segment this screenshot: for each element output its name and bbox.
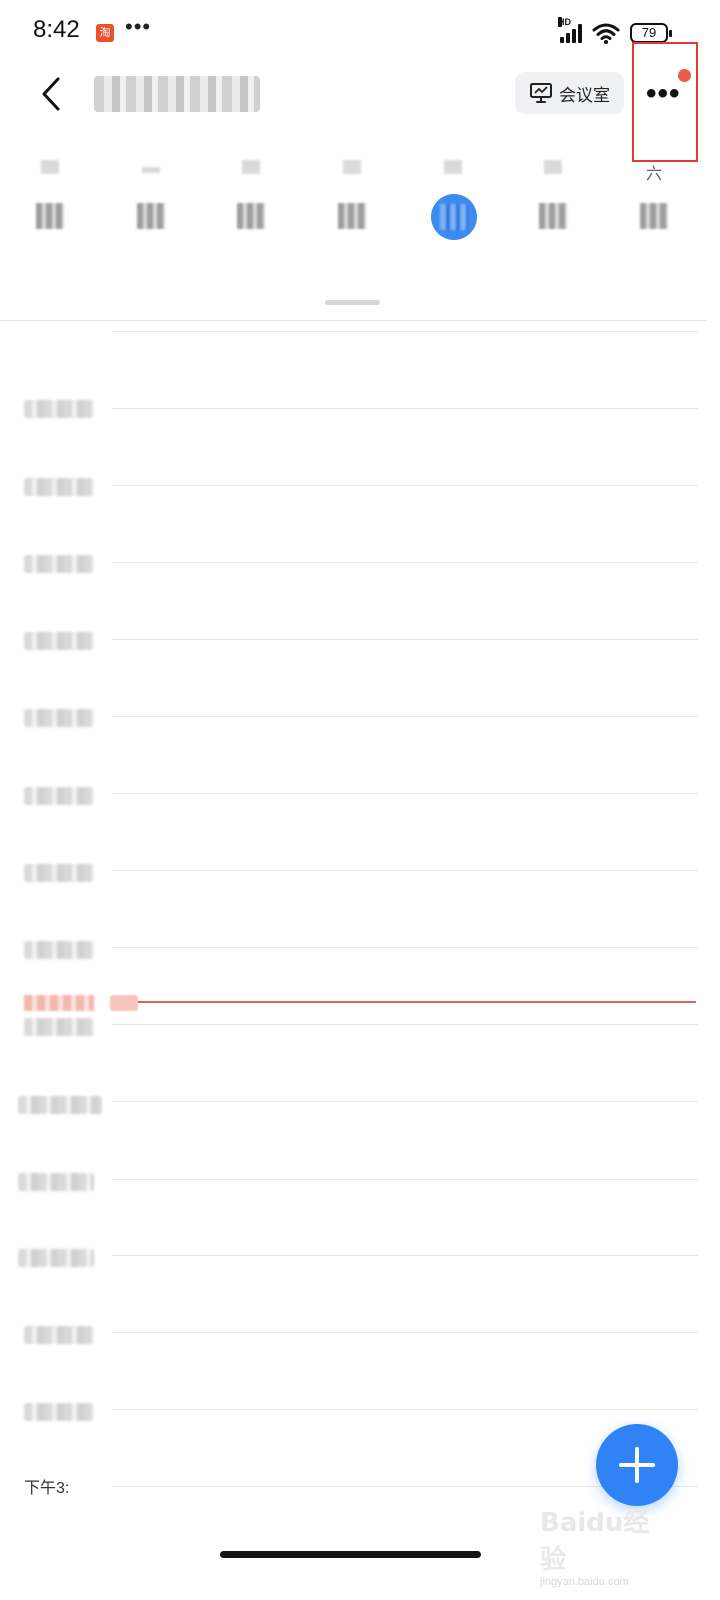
hour-label [24, 1403, 94, 1421]
meeting-room-label: 会议室 [559, 85, 610, 105]
hour-line [112, 1332, 698, 1333]
divider [0, 320, 707, 321]
more-icon: ••• [646, 77, 681, 110]
hour-label [24, 632, 94, 650]
weekday-thu [433, 160, 473, 179]
weekday-mon [131, 160, 171, 178]
hour-line [112, 639, 698, 640]
hour-label [24, 864, 94, 882]
day-cell[interactable] [27, 198, 73, 234]
watermark-url: jingyan.baidu.com [540, 1576, 629, 1588]
hour-line [112, 1101, 698, 1102]
taobao-app-icon: 淘 [96, 24, 114, 42]
hour-label [24, 478, 94, 496]
signal-icon: HD [558, 17, 582, 43]
hour-label [24, 787, 94, 805]
hour-line [112, 408, 698, 409]
hour-line [112, 793, 698, 794]
hour-label [24, 709, 94, 727]
current-time-pill [110, 995, 138, 1011]
hour-label [18, 1249, 94, 1267]
hour-label [18, 1096, 102, 1114]
hour-line [112, 947, 698, 948]
hour-label [24, 941, 94, 959]
hour-label [24, 400, 94, 418]
day-cell-today[interactable] [431, 194, 477, 240]
notification-dot [678, 69, 691, 82]
weekday-tue [231, 160, 271, 179]
hour-line [112, 716, 698, 717]
hour-label [24, 555, 94, 573]
current-time-line [138, 1001, 696, 1003]
hour-line [112, 1409, 698, 1410]
hour-label [18, 1173, 94, 1191]
hour-line [112, 562, 698, 563]
day-cell[interactable] [329, 198, 375, 234]
more-button[interactable]: ••• [632, 42, 698, 162]
hd-label: HD [558, 17, 571, 27]
weekday-fri [533, 160, 573, 179]
watermark: Baidu经验 jingyan.baidu.com [540, 1502, 670, 1588]
hour-line [112, 1255, 698, 1256]
day-cell[interactable] [530, 198, 576, 234]
current-time-label [24, 995, 94, 1011]
add-event-button[interactable] [596, 1424, 678, 1506]
day-cell[interactable] [228, 198, 274, 234]
back-icon[interactable] [34, 74, 74, 114]
page-title [94, 76, 260, 112]
hour-line [112, 1024, 698, 1025]
hour-label-pm3: 下午3: [24, 1480, 70, 1497]
presentation-icon [530, 83, 552, 103]
hour-line [112, 485, 698, 486]
status-time: 8:42 [33, 16, 80, 43]
hour-label [24, 1326, 94, 1344]
hour-line [112, 870, 698, 871]
watermark-brand: Baidu经验 [540, 1508, 650, 1575]
drag-handle[interactable] [325, 300, 380, 305]
status-bar: 8:42 淘 ••• HD 79 [0, 0, 720, 64]
hour-line [112, 331, 698, 332]
meeting-room-button[interactable]: 会议室 [515, 72, 624, 114]
weekday-sat: 六 [645, 166, 662, 183]
status-more-icon: ••• [125, 14, 152, 39]
weekday-wed [332, 160, 372, 179]
hour-label [24, 1018, 94, 1036]
wifi-icon [592, 23, 620, 44]
day-cell[interactable] [128, 198, 174, 234]
day-cell[interactable] [631, 198, 677, 234]
weekday-sun [30, 160, 70, 179]
hour-line [112, 1179, 698, 1180]
plus-icon [619, 1447, 655, 1483]
battery-icon: 79 [630, 23, 672, 43]
home-indicator[interactable] [220, 1551, 481, 1558]
